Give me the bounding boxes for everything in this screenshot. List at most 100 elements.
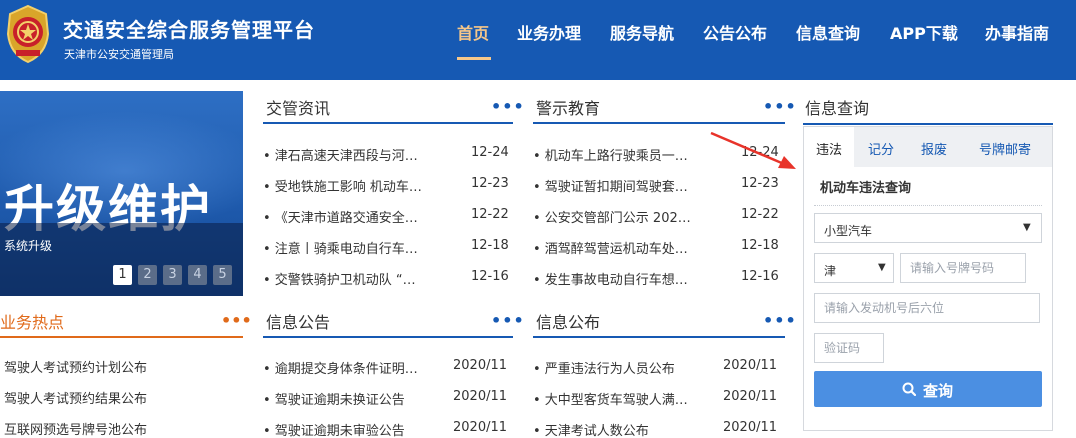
warning-item-date: 12-16 (741, 269, 779, 284)
warning-item[interactable]: • 公安交管部门公示 202… 12-22 (533, 207, 785, 233)
notice-item-date: 2020/11 (453, 358, 508, 373)
publish-item-title: • 严重违法行为人员公布 (533, 362, 675, 377)
publish-item-date: 2020/11 (723, 358, 778, 373)
warning-item[interactable]: • 驾驶证暂扣期间驾驶套… 12-23 (533, 176, 785, 202)
plate-number-input[interactable] (900, 253, 1026, 283)
nav-item-info-query[interactable]: 信息查询 (796, 20, 860, 44)
hot-item[interactable]: 互联网预选号牌号池公布 (4, 419, 147, 438)
publish-section-underline (533, 336, 785, 338)
notice-item[interactable]: • 驾驶证逾期未换证公告 2020/11 (263, 389, 515, 415)
search-icon (902, 382, 916, 396)
tab-violation[interactable]: 违法 (816, 139, 842, 158)
notice-section-underline (263, 336, 513, 338)
engine-number-input[interactable] (814, 293, 1040, 323)
news-section-header: 交管资讯 ••• (263, 92, 524, 124)
news-item[interactable]: • 津石高速天津西段与河… 12-24 (263, 145, 515, 171)
query-button[interactable]: 查询 (814, 371, 1042, 407)
news-item-date: 12-22 (471, 207, 509, 222)
query-section-title: 信息查询 (805, 99, 870, 118)
nav-item-app-download[interactable]: APP下载 (890, 20, 958, 44)
banner-carousel[interactable]: 升级维护 系统升级 1 2 3 4 5 (0, 91, 243, 296)
nav-active-underline (457, 57, 491, 60)
hot-more-icon[interactable]: ••• (221, 311, 252, 330)
news-item[interactable]: • 《天津市道路交通安全… 12-22 (263, 207, 515, 233)
notice-item[interactable]: • 驾驶证逾期未审验公告 2020/11 (263, 420, 515, 438)
news-item[interactable]: • 交警铁骑护卫机动队 “… 12-16 (263, 269, 515, 295)
main-nav: 首页 业务办理 服务导航 公告公布 信息查询 APP下载 办事指南 (0, 20, 1076, 60)
warning-item-title: • 公安交管部门公示 202… (533, 211, 691, 226)
banner-page-1[interactable]: 1 (113, 265, 132, 285)
news-item-date: 12-23 (471, 176, 509, 191)
news-section-underline (263, 122, 513, 124)
banner-page-4[interactable]: 4 (188, 265, 207, 285)
query-panel: 违法 记分 报废 号牌邮寄 机动车违法查询 小型汽车 ▼ 津 ▼ 查询 (803, 126, 1053, 431)
query-button-label: 查询 (923, 382, 954, 400)
publish-item-title: • 大中型客货车驾驶人满… (533, 393, 688, 408)
nav-item-guide[interactable]: 办事指南 (985, 20, 1049, 44)
news-item-title: • 受地铁施工影响 机动车… (263, 180, 422, 195)
tab-plate-mail[interactable]: 号牌邮寄 (979, 139, 1031, 158)
news-item[interactable]: • 注意丨骑乘电动自行车… 12-18 (263, 238, 515, 264)
warning-item[interactable]: • 发生事故电动自行车想… 12-16 (533, 269, 785, 295)
notice-item-title: • 驾驶证逾期未换证公告 (263, 393, 405, 408)
publish-item[interactable]: • 大中型客货车驾驶人满… 2020/11 (533, 389, 785, 415)
banner-caption-bar (0, 223, 243, 296)
province-value: 津 (824, 264, 837, 278)
hot-section-header: 业务热点 ••• (0, 306, 252, 338)
publish-item[interactable]: • 天津考试人数公布 2020/11 (533, 420, 785, 438)
warning-item-title: • 机动车上路行驶乘员一… (533, 149, 688, 164)
query-section-header: 信息查询 (803, 91, 1053, 125)
hot-section-underline (0, 336, 243, 338)
warning-item-title: • 酒驾醉驾营运机动车处… (533, 242, 688, 257)
warning-item-title: • 发生事故电动自行车想… (533, 273, 688, 288)
chevron-down-icon: ▼ (1023, 222, 1031, 233)
news-item-date: 12-18 (471, 238, 509, 253)
news-item-title: • 《天津市道路交通安全… (263, 211, 418, 226)
notice-item[interactable]: • 逾期提交身体条件证明… 2020/11 (263, 358, 515, 384)
news-item-date: 12-24 (471, 145, 509, 160)
warning-section-header: 警示教育 ••• (533, 92, 796, 124)
hot-item[interactable]: 驾驶人考试预约计划公布 (4, 357, 147, 376)
nav-item-service-guide[interactable]: 服务导航 (610, 20, 674, 44)
news-item-date: 12-16 (471, 269, 509, 284)
tab-scrap[interactable]: 报废 (921, 139, 947, 158)
publish-item-date: 2020/11 (723, 420, 778, 435)
nav-item-home[interactable]: 首页 (457, 20, 489, 44)
banner-page-2[interactable]: 2 (138, 265, 157, 285)
vehicle-type-value: 小型汽车 (824, 224, 873, 238)
publish-section-title: 信息公布 (536, 313, 601, 332)
publish-item[interactable]: • 严重违法行为人员公布 2020/11 (533, 358, 785, 384)
province-select[interactable]: 津 ▼ (814, 253, 894, 283)
tab-points[interactable]: 记分 (868, 139, 894, 158)
nav-item-announcements[interactable]: 公告公布 (703, 20, 767, 44)
banner-page-5[interactable]: 5 (213, 265, 232, 285)
notice-section-title: 信息公告 (266, 313, 331, 332)
annotation-arrow-icon (710, 131, 796, 169)
publish-more-icon[interactable]: ••• (763, 311, 797, 330)
notice-item-title: • 驾驶证逾期未审验公告 (263, 424, 405, 438)
query-divider (814, 205, 1042, 206)
news-item-title: • 交警铁骑护卫机动队 “… (263, 273, 416, 288)
notice-item-date: 2020/11 (453, 420, 508, 435)
news-section-title: 交管资讯 (266, 99, 331, 118)
notice-section-header: 信息公告 ••• (263, 306, 524, 338)
vehicle-type-select[interactable]: 小型汽车 ▼ (814, 213, 1042, 243)
news-item-title: • 注意丨骑乘电动自行车… (263, 242, 418, 257)
warning-more-icon[interactable]: ••• (763, 97, 797, 116)
banner-caption: 系统升级 (4, 239, 53, 253)
hot-item[interactable]: 驾驶人考试预约结果公布 (4, 388, 147, 407)
warning-section-title: 警示教育 (536, 99, 601, 118)
chevron-down-icon: ▼ (878, 262, 886, 273)
warning-item[interactable]: • 酒驾醉驾营运机动车处… 12-18 (533, 238, 785, 264)
top-header: 交通安全综合服务管理平台 天津市公安交通管理局 首页 业务办理 服务导航 公告公… (0, 0, 1076, 80)
news-more-icon[interactable]: ••• (491, 97, 525, 116)
notice-more-icon[interactable]: ••• (491, 311, 525, 330)
warning-section-underline (533, 122, 785, 124)
nav-item-business[interactable]: 业务办理 (517, 20, 581, 44)
captcha-input[interactable] (814, 333, 884, 363)
news-item[interactable]: • 受地铁施工影响 机动车… 12-23 (263, 176, 515, 202)
banner-page-3[interactable]: 3 (163, 265, 182, 285)
warning-item-date: 12-22 (741, 207, 779, 222)
publish-section-header: 信息公布 ••• (533, 306, 796, 338)
query-section-underline (803, 123, 1053, 125)
